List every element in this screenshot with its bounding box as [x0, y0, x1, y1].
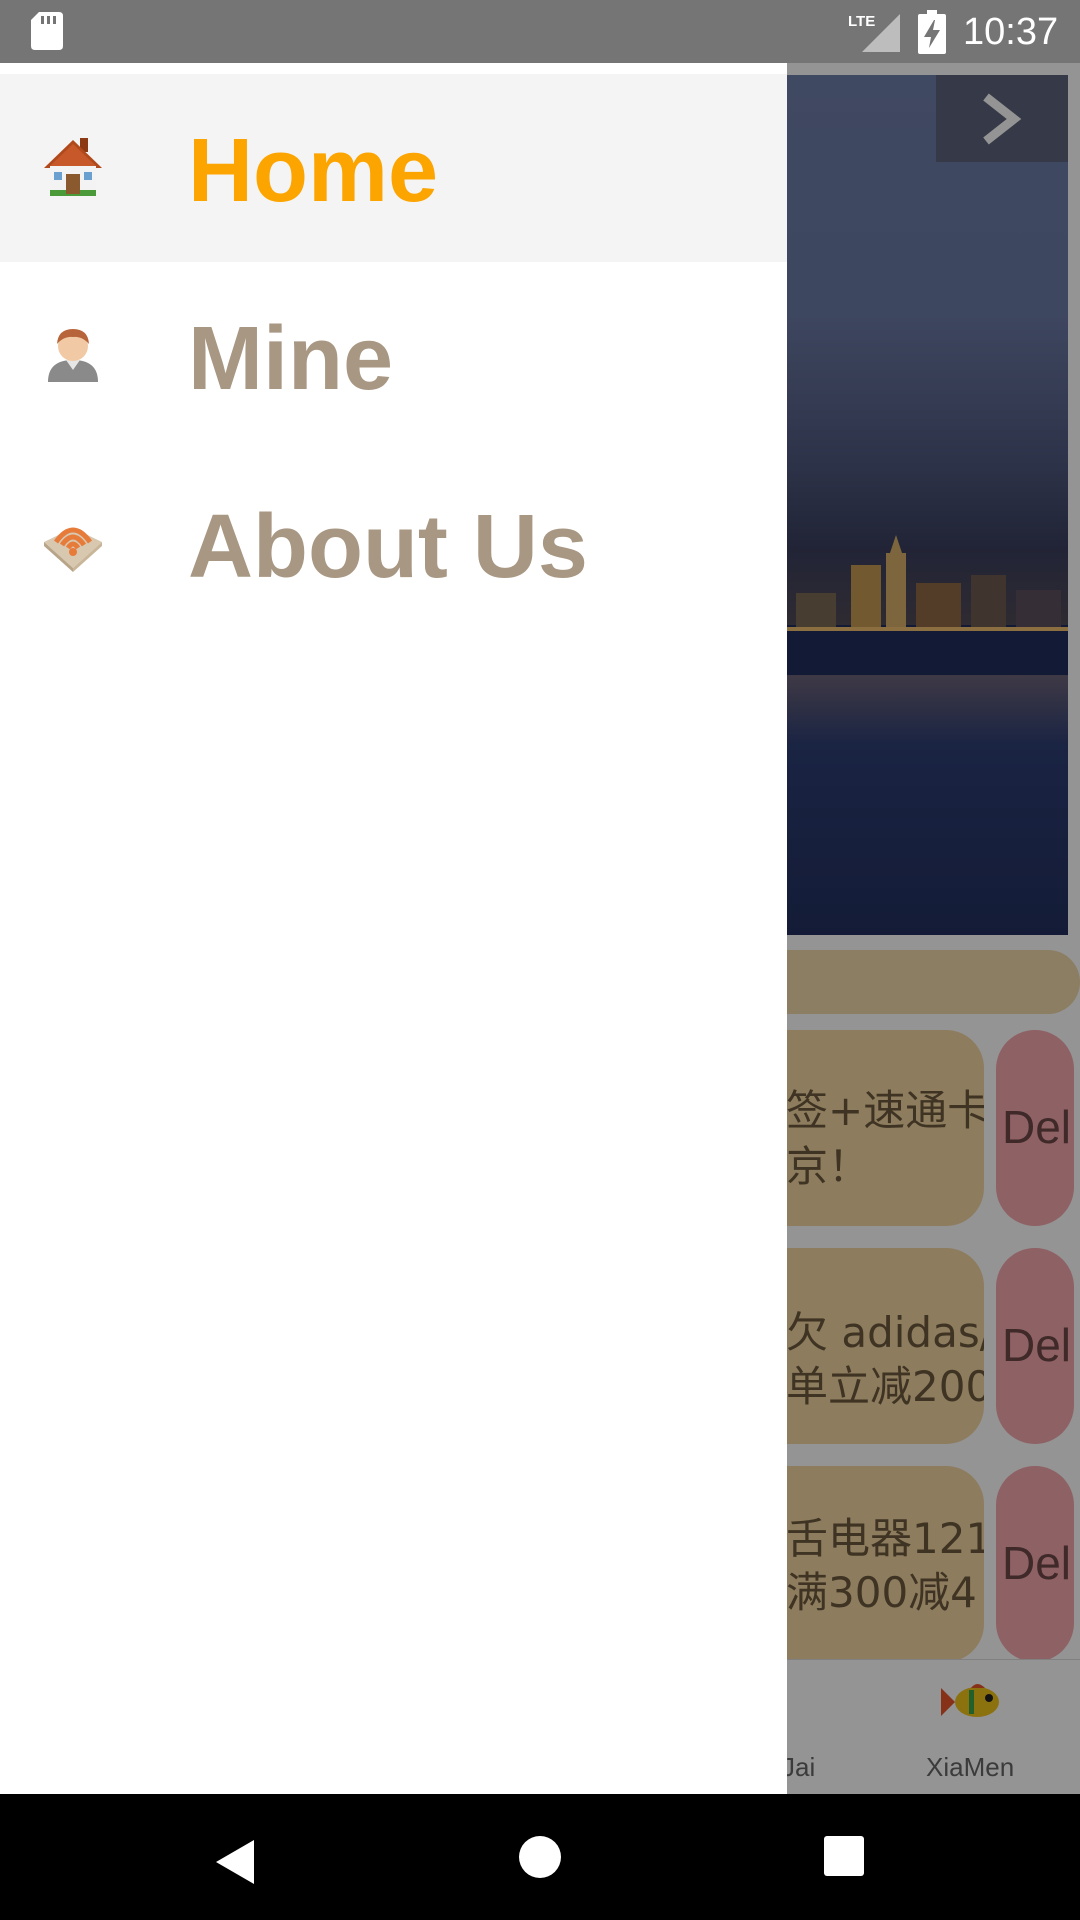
house-icon	[44, 138, 102, 196]
home-circle-icon[interactable]	[519, 1836, 561, 1878]
network-type-label: LTE	[848, 13, 875, 30]
user-icon	[48, 329, 98, 382]
recents-square-icon[interactable]	[824, 1836, 864, 1876]
drawer-item-about-us[interactable]: About Us	[0, 450, 787, 638]
battery-charging-icon	[918, 10, 946, 54]
sd-card-icon	[31, 12, 63, 50]
back-icon[interactable]	[214, 1838, 256, 1886]
system-navigation-bar	[0, 1794, 1080, 1920]
drawer-item-label: Home	[188, 121, 439, 221]
drawer-item-label: About Us	[188, 497, 588, 597]
status-bar: LTE 10:37	[0, 0, 1080, 63]
lte-signal-icon: LTE	[848, 13, 900, 52]
drawer-item-mine[interactable]: Mine	[0, 262, 787, 450]
drawer-item-label: Mine	[188, 309, 394, 409]
drawer-item-home[interactable]: Home	[0, 74, 787, 262]
navigation-drawer: Home Mine About Us	[0, 63, 787, 1794]
status-clock: 10:37	[963, 11, 1059, 53]
wifi-map-icon	[44, 527, 102, 572]
